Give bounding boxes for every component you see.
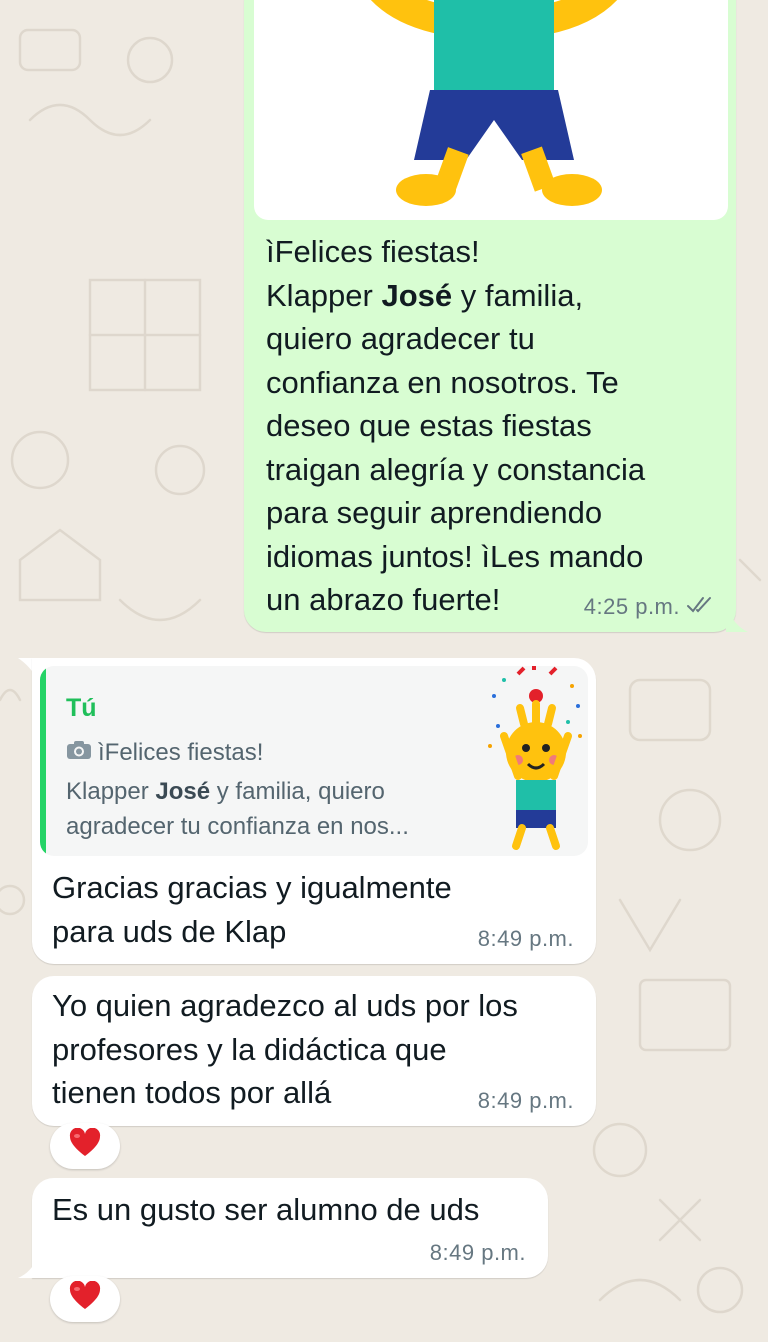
message-time: 8:49 p.m. (477, 1088, 574, 1113)
double-check-icon (686, 594, 716, 620)
sticker-image[interactable] (254, 0, 728, 220)
incoming-message-bubble[interactable]: Yo quien agradezco al uds por los profes… (32, 976, 596, 1126)
message-time: 4:25 p.m. (583, 594, 680, 619)
quote-preview-text: Klapper José y familia, quiero agradecer… (66, 778, 409, 840)
incoming-message-text: Yo quien agradezco al uds por los profes… (52, 988, 518, 1110)
camera-icon (66, 739, 92, 767)
heart-reaction[interactable] (50, 1276, 120, 1322)
message-time: 8:49 p.m. (429, 1240, 526, 1265)
incoming-bubble-tail (18, 1256, 38, 1278)
incoming-reply-message[interactable]: Tú ìFelices fiestas! Klapper José y fami… (32, 658, 596, 964)
heart-icon (69, 1280, 101, 1318)
incoming-message-bubble[interactable]: Es un gusto ser alumno de uds 8:49 p.m. (32, 1178, 548, 1278)
incoming-message-text: Es un gusto ser alumno de uds (52, 1192, 480, 1227)
quoted-message[interactable]: Tú ìFelices fiestas! Klapper José y fami… (40, 666, 588, 856)
outgoing-message-meta: 4:25 p.m. (584, 594, 716, 620)
message-time: 8:49 p.m. (477, 926, 574, 951)
quote-author: Tú (66, 694, 97, 722)
outgoing-message-text: ìFelices fiestas! Klapper José y familia… (266, 234, 646, 617)
quote-accent-bar (40, 666, 46, 856)
reply-message-text: Gracias gracias y igualmente para uds de… (52, 870, 452, 949)
quote-sticker-thumbnail (484, 666, 588, 856)
heart-icon (69, 1127, 101, 1165)
quote-first-line: ìFelices fiestas! (66, 739, 263, 767)
outgoing-bubble-tail (726, 606, 748, 632)
heart-reaction[interactable] (50, 1123, 120, 1169)
outgoing-message-bubble[interactable]: ìFelices fiestas! Klapper José y familia… (244, 0, 736, 632)
